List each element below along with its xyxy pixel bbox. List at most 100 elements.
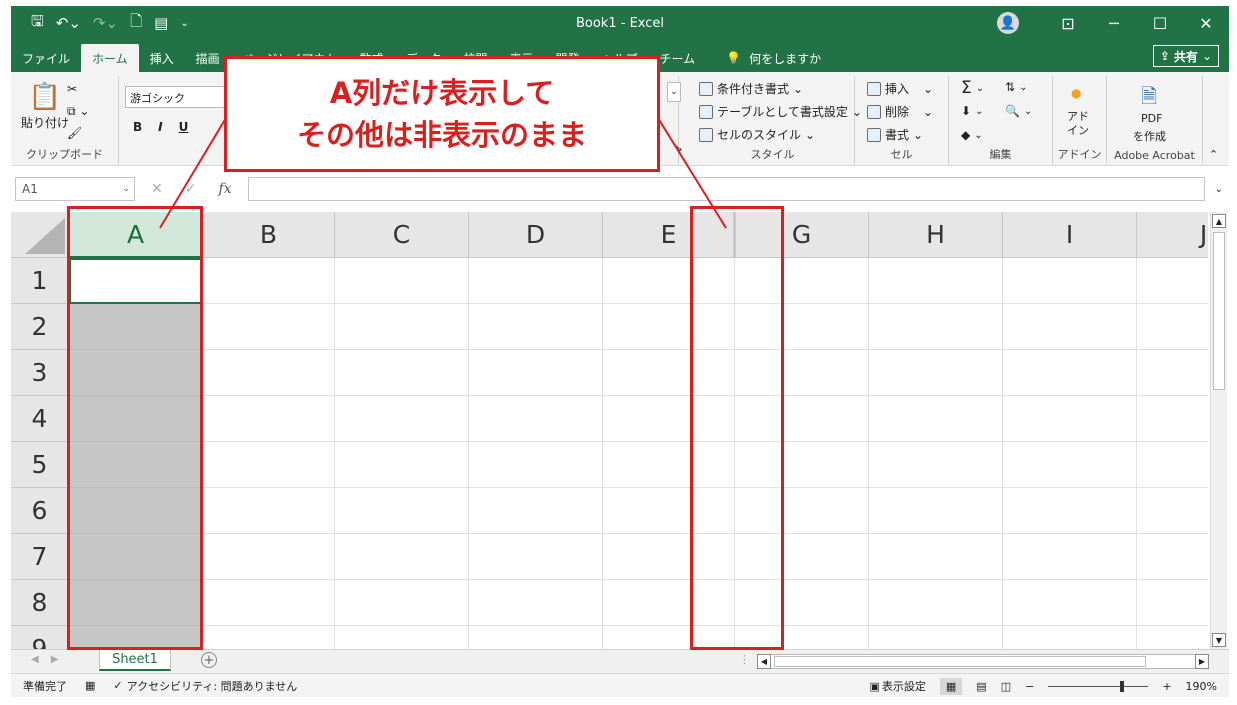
- display-settings-label[interactable]: 表示設定: [882, 678, 926, 694]
- cell-c9[interactable]: [335, 626, 469, 649]
- cell-j7[interactable]: [1137, 534, 1208, 580]
- close-button[interactable]: ✕: [1183, 14, 1229, 33]
- cell-h9[interactable]: [869, 626, 1003, 649]
- sheet-tab[interactable]: Sheet1: [99, 649, 171, 671]
- cell-b2[interactable]: [203, 304, 335, 350]
- cell-d6[interactable]: [469, 488, 603, 534]
- zoom-out-icon[interactable]: −: [1025, 680, 1034, 693]
- cell-b4[interactable]: [203, 396, 335, 442]
- cell-d9[interactable]: [469, 626, 603, 649]
- pdf-label[interactable]: PDF: [1141, 112, 1162, 125]
- row-header-7[interactable]: 7: [11, 534, 69, 580]
- share-button[interactable]: ⇪ 共有 ⌄: [1152, 45, 1219, 67]
- column-header-e[interactable]: E: [603, 212, 735, 258]
- cell-h3[interactable]: [869, 350, 1003, 396]
- addin-icon[interactable]: ●: [1071, 86, 1081, 100]
- cell-d4[interactable]: [469, 396, 603, 442]
- select-all-corner[interactable]: [11, 212, 69, 258]
- clear-icon[interactable]: ◆ ⌄: [961, 128, 983, 142]
- cell-h6[interactable]: [869, 488, 1003, 534]
- cell-c2[interactable]: [335, 304, 469, 350]
- cell-j1[interactable]: [1137, 258, 1208, 304]
- cell-j4[interactable]: [1137, 396, 1208, 442]
- cell-h2[interactable]: [869, 304, 1003, 350]
- cell-d2[interactable]: [469, 304, 603, 350]
- cell-b3[interactable]: [203, 350, 335, 396]
- horizontal-scrollbar[interactable]: ◀ ▶: [757, 654, 1209, 669]
- insert-cells-button[interactable]: 挿入 ⌄: [867, 80, 933, 97]
- normal-view-icon[interactable]: ▦: [939, 677, 963, 695]
- cell-j2[interactable]: [1137, 304, 1208, 350]
- cell-g6[interactable]: [735, 488, 869, 534]
- cell-e9[interactable]: [603, 626, 735, 649]
- row-header-9[interactable]: 9: [11, 626, 69, 649]
- cell-g1[interactable]: [735, 258, 869, 304]
- tell-me-box[interactable]: 💡 何をしますか: [726, 44, 821, 72]
- column-header-g[interactable]: G: [735, 212, 869, 258]
- row-header-2[interactable]: 2: [11, 304, 69, 350]
- row-header-1[interactable]: 1: [11, 258, 69, 304]
- cell-e7[interactable]: [603, 534, 735, 580]
- cell-i9[interactable]: [1003, 626, 1137, 649]
- zoom-in-icon[interactable]: +: [1162, 680, 1171, 693]
- split-handle-icon[interactable]: ⋮: [739, 653, 750, 666]
- paste-button[interactable]: 📋 貼り付け: [21, 82, 69, 131]
- cell-h1[interactable]: [869, 258, 1003, 304]
- cell-j3[interactable]: [1137, 350, 1208, 396]
- cell-b5[interactable]: [203, 442, 335, 488]
- delete-cells-button[interactable]: 削除 ⌄: [867, 103, 933, 120]
- cell-j6[interactable]: [1137, 488, 1208, 534]
- page-break-view-icon[interactable]: ◫: [1001, 680, 1011, 693]
- italic-button[interactable]: I: [158, 120, 162, 134]
- cell-a1[interactable]: [69, 258, 203, 304]
- tab-file[interactable]: ファイル: [11, 44, 81, 72]
- cell-g9[interactable]: [735, 626, 869, 649]
- font-name-box[interactable]: 游ゴシック: [125, 86, 225, 108]
- horizontal-scroll-thumb[interactable]: [774, 656, 1146, 667]
- pdf-icon[interactable]: 🗎: [1141, 82, 1157, 116]
- accessibility-status[interactable]: アクセシビリティ: 問題ありません: [123, 678, 298, 694]
- customize-icon[interactable]: ⌄: [180, 18, 188, 29]
- conditional-format-button[interactable]: 条件付き書式 ⌄: [699, 80, 803, 97]
- cell-i2[interactable]: [1003, 304, 1137, 350]
- cell-a3[interactable]: [69, 350, 203, 396]
- scroll-right-icon[interactable]: ▶: [1195, 654, 1209, 669]
- cell-a2[interactable]: [69, 304, 203, 350]
- cell-a4[interactable]: [69, 396, 203, 442]
- column-header-a[interactable]: A: [69, 212, 203, 258]
- cell-j9[interactable]: [1137, 626, 1208, 649]
- cell-d7[interactable]: [469, 534, 603, 580]
- cell-d3[interactable]: [469, 350, 603, 396]
- cell-b9[interactable]: [203, 626, 335, 649]
- dialog-launcher-icon[interactable]: ↘: [675, 144, 683, 154]
- tab-home[interactable]: ホーム: [81, 44, 139, 72]
- autosum-icon[interactable]: Σ ⌄: [961, 78, 984, 98]
- cell-c5[interactable]: [335, 442, 469, 488]
- expand-formula-icon[interactable]: ⌄: [1215, 184, 1223, 195]
- view-icon[interactable]: ▤: [154, 14, 168, 32]
- fill-icon[interactable]: ⬇ ⌄: [961, 104, 983, 118]
- enter-icon[interactable]: ✓: [185, 181, 197, 197]
- cell-j5[interactable]: [1137, 442, 1208, 488]
- bold-button[interactable]: B: [133, 120, 142, 134]
- scroll-down-icon[interactable]: ▼: [1212, 633, 1226, 647]
- row-header-6[interactable]: 6: [11, 488, 69, 534]
- column-header-h[interactable]: H: [869, 212, 1003, 258]
- row-header-3[interactable]: 3: [11, 350, 69, 396]
- cell-g4[interactable]: [735, 396, 869, 442]
- column-header-i[interactable]: I: [1003, 212, 1137, 258]
- formula-input[interactable]: [247, 177, 1205, 201]
- undo-icon[interactable]: ↶⌄: [56, 14, 81, 32]
- cell-j8[interactable]: [1137, 580, 1208, 626]
- cell-i6[interactable]: [1003, 488, 1137, 534]
- column-header-c[interactable]: C: [335, 212, 469, 258]
- avatar-icon[interactable]: 👤: [997, 12, 1019, 34]
- cell-a8[interactable]: [69, 580, 203, 626]
- cell-e5[interactable]: [603, 442, 735, 488]
- zoom-level[interactable]: 190%: [1186, 680, 1217, 693]
- cell-a6[interactable]: [69, 488, 203, 534]
- macro-record-icon[interactable]: ▦: [67, 679, 95, 692]
- number-format-dropdown[interactable]: ⌄: [667, 82, 681, 102]
- page-layout-view-icon[interactable]: ▤: [976, 680, 986, 693]
- accessibility-icon[interactable]: ✓: [95, 679, 122, 692]
